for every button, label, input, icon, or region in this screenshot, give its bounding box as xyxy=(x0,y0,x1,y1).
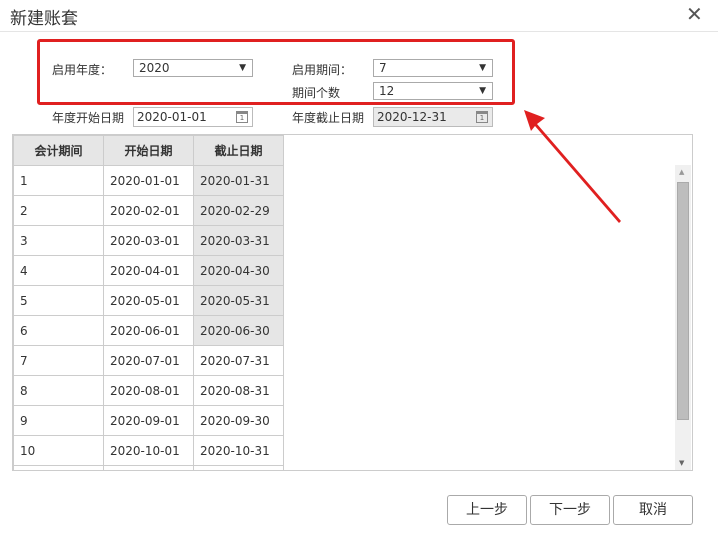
red-arrow-annotation xyxy=(524,110,621,223)
next-step-button[interactable]: 下一步 xyxy=(530,495,610,525)
prev-step-button[interactable]: 上一步 xyxy=(447,495,527,525)
cancel-button[interactable]: 取消 xyxy=(613,495,693,525)
